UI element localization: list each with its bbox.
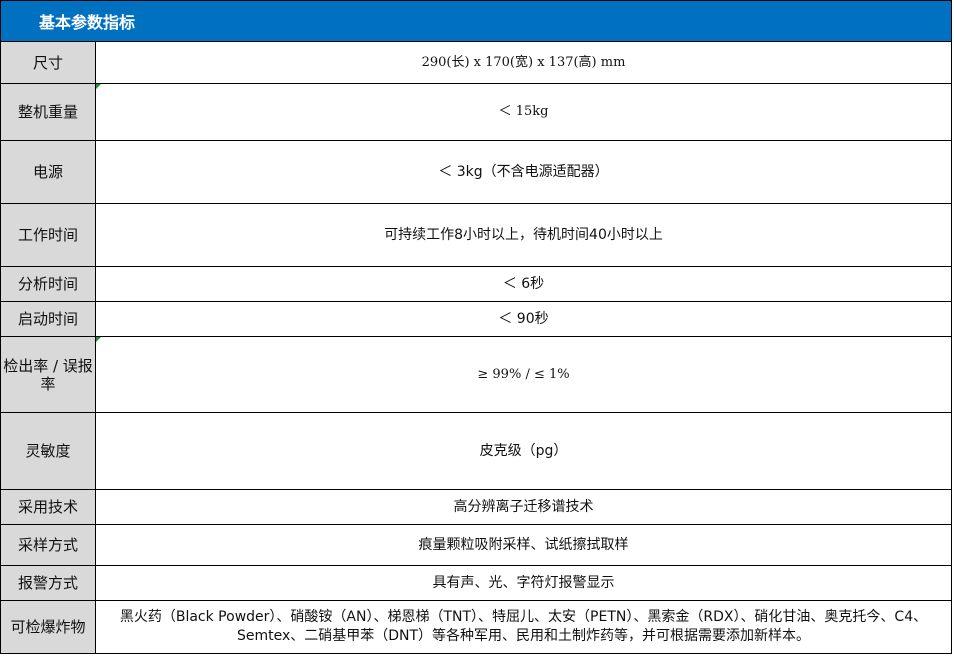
table-title: 基本参数指标 bbox=[0, 0, 952, 42]
row-value-alarm: 具有声、光、字符灯报警显示 bbox=[95, 565, 952, 601]
row-label-weight: 整机重量 bbox=[0, 83, 96, 141]
row-value-sensitivity: 皮克级（pg） bbox=[95, 412, 952, 490]
table-row: 采样方式 痕量颗粒吸附采样、试纸擦拭取样 bbox=[0, 524, 952, 566]
row-value-size: 290(长) x 170(宽) x 137(高) mm bbox=[95, 41, 952, 84]
row-label-technology: 采用技术 bbox=[0, 489, 96, 525]
table-row: 尺寸 290(长) x 170(宽) x 137(高) mm bbox=[0, 41, 952, 84]
row-value-detection-rate: ≥ 99% / ≤ 1% bbox=[95, 336, 952, 413]
table-row: 工作时间 可持续工作8小时以上，待机时间40小时以上 bbox=[0, 203, 952, 267]
row-value-explosives: 黑火药（Black Powder）、硝酸铵（AN）、梯恩梯（TNT）、特屈儿、太… bbox=[95, 600, 952, 654]
table-row: 采用技术 高分辨离子迁移谱技术 bbox=[0, 489, 952, 525]
row-label-working-time: 工作时间 bbox=[0, 203, 96, 267]
row-label-explosives: 可检爆炸物 bbox=[0, 600, 96, 654]
parameter-table: 基本参数指标 尺寸 290(长) x 170(宽) x 137(高) mm 整机… bbox=[0, 0, 952, 654]
table-row: 启动时间 ＜ 90秒 bbox=[0, 301, 952, 337]
row-value-analysis-time: ＜ 6秒 bbox=[95, 266, 952, 302]
table-row: 可检爆炸物 黑火药（Black Powder）、硝酸铵（AN）、梯恩梯（TNT）… bbox=[0, 600, 952, 654]
table-row: 报警方式 具有声、光、字符灯报警显示 bbox=[0, 565, 952, 601]
row-label-power: 电源 bbox=[0, 140, 96, 204]
row-label-startup-time: 启动时间 bbox=[0, 301, 96, 337]
table-row: 分析时间 ＜ 6秒 bbox=[0, 266, 952, 302]
row-value-sampling: 痕量颗粒吸附采样、试纸擦拭取样 bbox=[95, 524, 952, 566]
row-label-analysis-time: 分析时间 bbox=[0, 266, 96, 302]
row-value-working-time: 可持续工作8小时以上，待机时间40小时以上 bbox=[95, 203, 952, 267]
table-row: 检出率 / 误报率 ≥ 99% / ≤ 1% bbox=[0, 336, 952, 413]
table-row: 电源 ＜ 3kg（不含电源适配器） bbox=[0, 140, 952, 204]
cell-comment-marker bbox=[96, 337, 101, 342]
row-value-power: ＜ 3kg（不含电源适配器） bbox=[95, 140, 952, 204]
row-value-startup-time: ＜ 90秒 bbox=[95, 301, 952, 337]
row-label-detection-rate: 检出率 / 误报率 bbox=[0, 336, 96, 413]
table-row: 整机重量 ＜ 15kg bbox=[0, 83, 952, 141]
row-value-weight: ＜ 15kg bbox=[95, 83, 952, 141]
row-label-alarm: 报警方式 bbox=[0, 565, 96, 601]
row-label-sensitivity: 灵敏度 bbox=[0, 412, 96, 490]
cell-comment-marker bbox=[96, 84, 101, 89]
table-header-row: 基本参数指标 bbox=[0, 0, 952, 42]
row-label-size: 尺寸 bbox=[0, 41, 96, 84]
table-row: 灵敏度 皮克级（pg） bbox=[0, 412, 952, 490]
row-label-sampling: 采样方式 bbox=[0, 524, 96, 566]
row-value-technology: 高分辨离子迁移谱技术 bbox=[95, 489, 952, 525]
